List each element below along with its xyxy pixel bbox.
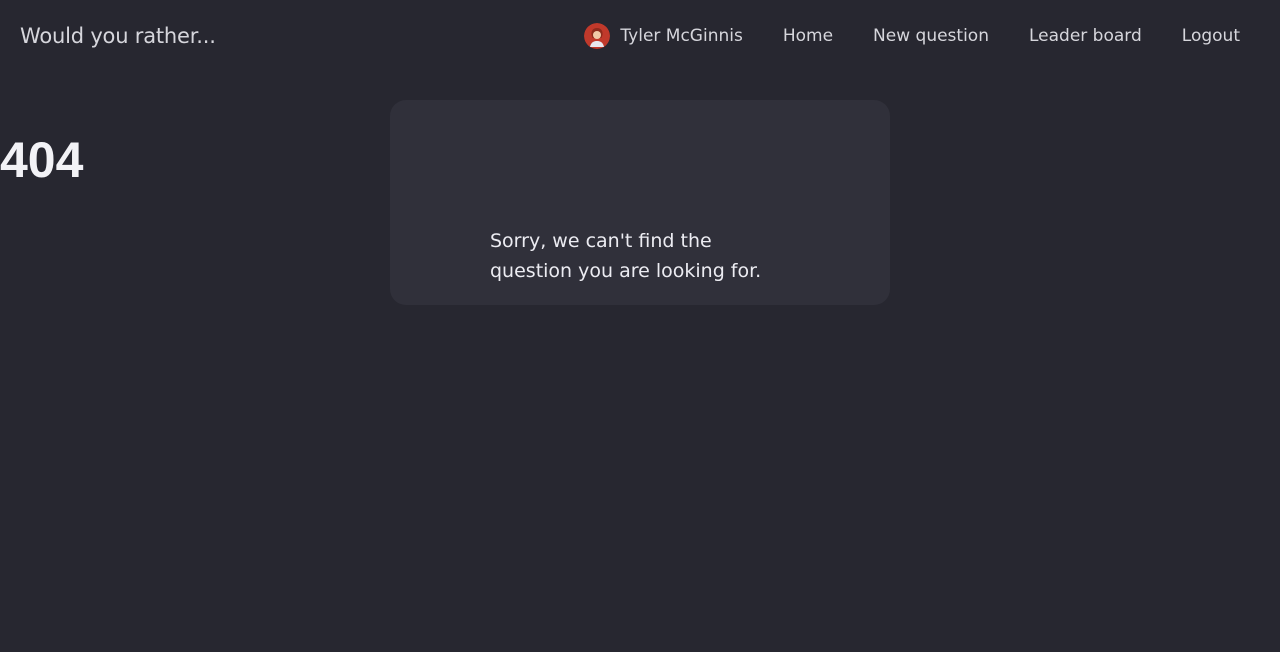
nav-home-link[interactable]: Home xyxy=(783,22,833,50)
nav-menu: Tyler McGinnis Home New question Leader … xyxy=(584,22,1240,50)
nav-new-question-link[interactable]: New question xyxy=(873,22,989,50)
user-info: Tyler McGinnis xyxy=(584,22,743,50)
navbar: Would you rather... Tyler McGinnis Home … xyxy=(0,0,1280,72)
brand-link[interactable]: Would you rather... xyxy=(20,22,216,50)
nav-leader-board-link[interactable]: Leader board xyxy=(1029,22,1142,50)
error-message: Sorry, we can't find the question you ar… xyxy=(490,230,762,282)
error-code: 404 xyxy=(0,132,84,188)
user-avatar-icon xyxy=(584,23,611,49)
nav-logout-link[interactable]: Logout xyxy=(1182,22,1240,50)
user-name: Tyler McGinnis xyxy=(620,26,743,46)
